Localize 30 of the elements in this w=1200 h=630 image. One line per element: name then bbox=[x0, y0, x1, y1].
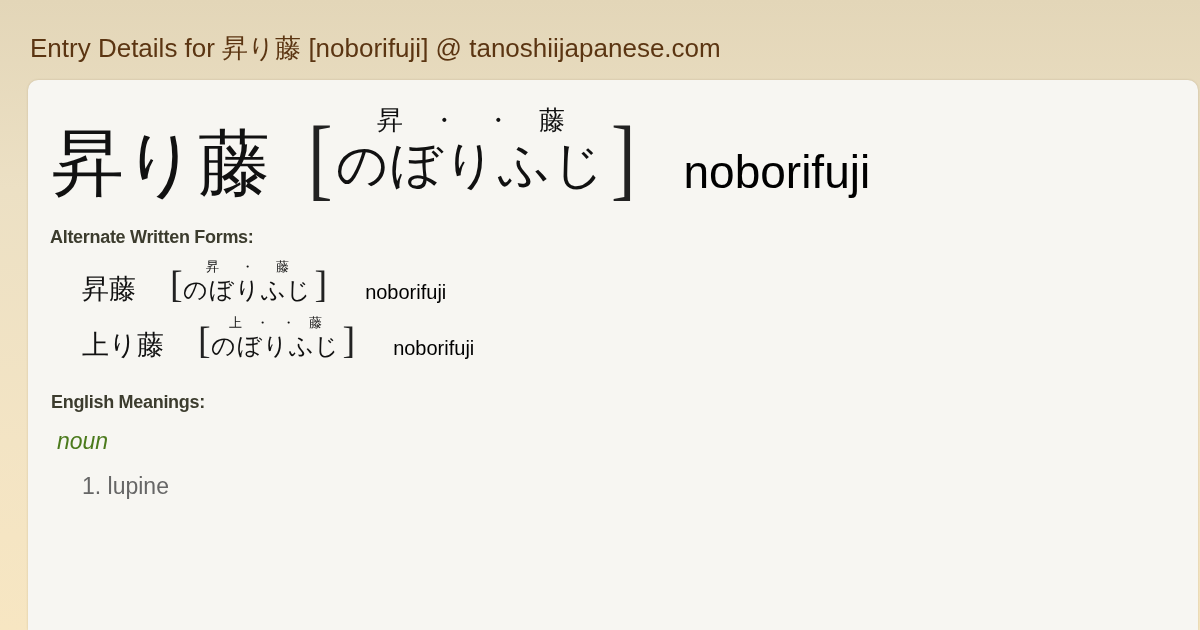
furigana-mark: 藤 bbox=[307, 316, 323, 329]
open-bracket: [ bbox=[198, 321, 211, 359]
furigana-mark: ・ bbox=[240, 260, 256, 273]
furigana-mark: 昇 bbox=[204, 260, 220, 273]
page-title: Entry Details for 昇り藤 [noborifuji] @ tanoshiijapanese.com bbox=[30, 33, 721, 63]
furigana-mark: 上 bbox=[228, 316, 244, 329]
furigana-mark: ・ bbox=[254, 316, 270, 329]
kanji-form: 昇り藤 bbox=[52, 127, 270, 199]
furigana-mark: ・ bbox=[483, 107, 512, 133]
kanji-form: 上り藤 bbox=[82, 331, 164, 358]
section-heading: English Meanings: bbox=[51, 391, 205, 413]
furigana-mark: ・ bbox=[429, 107, 458, 133]
kanji-form: 昇藤 bbox=[82, 275, 136, 302]
romaji-reading: noborifuji bbox=[393, 338, 475, 358]
close-bracket: ] bbox=[610, 112, 636, 204]
open-bracket: [ bbox=[170, 265, 183, 303]
furigana-mark: 藤 bbox=[537, 107, 566, 133]
furigana-mark: 藤 bbox=[275, 260, 291, 273]
kana-reading: のぼりふじ bbox=[210, 334, 341, 358]
meaning-text: 1. lupine bbox=[82, 472, 169, 500]
part-of-speech: noun bbox=[57, 427, 109, 455]
open-bracket: [ bbox=[308, 112, 333, 204]
kana-reading: のぼりふじ bbox=[182, 278, 313, 302]
close-bracket: ] bbox=[342, 321, 356, 359]
romaji-reading: noborifuji bbox=[365, 282, 447, 302]
furigana-mark: ・ bbox=[281, 316, 297, 329]
furigana-mark: 昇 bbox=[375, 107, 404, 133]
close-bracket: ] bbox=[314, 265, 328, 303]
kana-reading: のぼりふじ bbox=[335, 139, 606, 190]
section-heading: Alternate Written Forms: bbox=[50, 226, 254, 248]
